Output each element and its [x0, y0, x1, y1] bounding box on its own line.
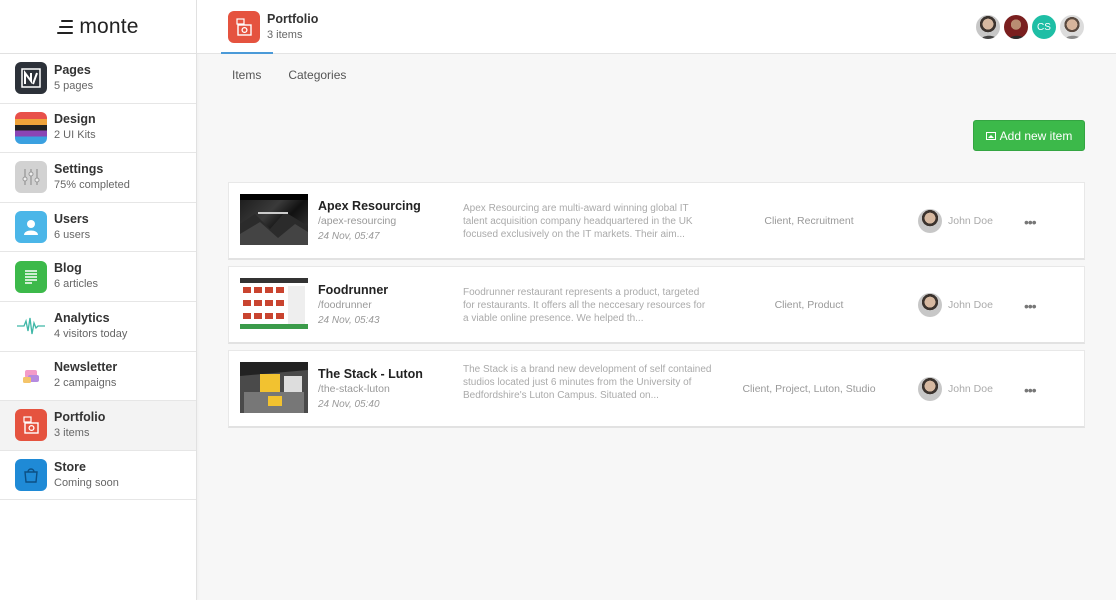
sidebar-item-title: Analytics [54, 310, 110, 325]
item-description: Apex Resourcing are multi-award winning … [463, 203, 693, 240]
author-name: John Doe [948, 383, 993, 395]
more-options-icon[interactable]: ••• [1024, 298, 1037, 314]
avatar [918, 377, 942, 401]
item-thumbnail[interactable] [240, 278, 308, 329]
sidebar-item-sub: 2 UI Kits [54, 129, 96, 142]
item-date: 24 Nov, 05:43 [318, 315, 380, 326]
page-title: Portfolio [267, 12, 319, 26]
image-icon [985, 131, 996, 140]
item-title[interactable]: The Stack - Luton [318, 367, 423, 381]
avatar[interactable] [1059, 14, 1085, 40]
sidebar-item-title: Settings [54, 161, 104, 176]
design-icon [15, 111, 47, 144]
item-tags: Client, Recruitment [764, 215, 854, 227]
users-icon [15, 211, 47, 244]
pages-icon [15, 62, 47, 95]
store-icon [15, 459, 47, 492]
item-thumbnail[interactable] [240, 362, 308, 413]
sidebar: monte Pages 5 pages Design 2 UI Kits Set… [0, 0, 197, 600]
more-options-icon[interactable]: ••• [1024, 382, 1037, 398]
item-tags: Client, Product [774, 299, 844, 311]
list-item[interactable]: The Stack - Luton /the-stack-luton 24 No… [228, 350, 1085, 428]
author-name: John Doe [948, 215, 993, 227]
settings-icon [15, 161, 47, 194]
item-date: 24 Nov, 05:47 [318, 231, 380, 242]
sidebar-item-sub: Coming soon [54, 476, 119, 489]
item-description: The Stack is a brand new development of … [463, 364, 712, 401]
sidebar-item-users[interactable]: Users 6 users [0, 203, 196, 253]
collaborator-avatars: CS [973, 14, 1085, 40]
sidebar-item-store[interactable]: Store Coming soon [0, 451, 196, 501]
sidebar-item-sub: 5 pages [54, 79, 94, 92]
sidebar-item-newsletter[interactable]: Newsletter 2 campaigns [0, 352, 196, 402]
sidebar-item-settings[interactable]: Settings 75% completed [0, 153, 196, 203]
avatar[interactable] [975, 14, 1001, 40]
item-date: 24 Nov, 05:40 [318, 399, 380, 410]
sidebar-item-blog[interactable]: Blog 6 articles [0, 252, 196, 302]
tab-categories[interactable]: Categories [288, 68, 346, 82]
sidebar-item-title: Design [54, 112, 96, 127]
sidebar-item-sub: 6 users [54, 228, 91, 241]
portfolio-icon [15, 409, 47, 442]
item-slug: /the-stack-luton [318, 383, 390, 395]
sidebar-item-design[interactable]: Design 2 UI Kits [0, 104, 196, 154]
blog-icon [15, 260, 47, 293]
author-name: John Doe [948, 299, 993, 311]
item-tags: Client, Project, Luton, Studio [742, 383, 876, 395]
sidebar-item-sub: 2 campaigns [54, 377, 117, 390]
sidebar-item-title: Newsletter [54, 360, 118, 375]
sidebar-item-analytics[interactable]: Analytics 4 visitors today [0, 302, 196, 352]
avatar [918, 293, 942, 317]
item-author: John Doe [918, 377, 993, 401]
item-author: John Doe [918, 293, 993, 317]
portfolio-icon [228, 11, 260, 43]
item-title[interactable]: Apex Resourcing [318, 199, 421, 213]
sidebar-item-sub: 3 items [54, 426, 90, 439]
list-item[interactable]: Foodrunner /foodrunner 24 Nov, 05:43 Foo… [228, 266, 1085, 344]
sidebar-item-title: Portfolio [54, 409, 106, 424]
header-app[interactable] [221, 0, 273, 54]
item-title[interactable]: Foodrunner [318, 283, 388, 297]
item-author: John Doe [918, 209, 993, 233]
item-slug: /foodrunner [318, 299, 372, 311]
list-item[interactable]: Apex Resourcing /apex-resourcing 24 Nov,… [228, 182, 1085, 260]
sidebar-item-title: Pages [54, 62, 91, 77]
newsletter-icon [15, 359, 47, 392]
avatar-initials[interactable]: CS [1031, 14, 1057, 40]
analytics-icon [15, 310, 47, 343]
sidebar-item-title: Blog [54, 261, 82, 276]
header: Portfolio 3 items CS [197, 0, 1116, 54]
tabs: Items Categories [197, 54, 1116, 96]
portfolio-list: Apex Resourcing /apex-resourcing 24 Nov,… [228, 182, 1085, 434]
sidebar-item-sub: 4 visitors today [54, 327, 128, 340]
add-new-item-button[interactable]: Add new item [973, 120, 1085, 151]
monte-logo-icon [57, 19, 74, 34]
more-options-icon[interactable]: ••• [1024, 214, 1037, 230]
sidebar-item-pages[interactable]: Pages 5 pages [0, 54, 196, 104]
brand[interactable]: monte [0, 0, 196, 54]
avatar[interactable] [1003, 14, 1029, 40]
tab-items[interactable]: Items [232, 68, 261, 82]
item-slug: /apex-resourcing [318, 215, 397, 227]
sidebar-item-title: Store [54, 459, 86, 474]
item-description: Foodrunner restaurant represents a produ… [463, 287, 706, 324]
avatar [918, 209, 942, 233]
sidebar-item-portfolio[interactable]: Portfolio 3 items [0, 401, 196, 451]
add-new-item-label: Add new item [999, 128, 1073, 143]
brand-name: monte [79, 14, 139, 38]
sidebar-item-sub: 6 articles [54, 278, 99, 291]
sidebar-item-sub: 75% completed [54, 178, 130, 191]
item-thumbnail[interactable] [240, 194, 308, 245]
sidebar-item-title: Users [54, 211, 89, 226]
page-subtitle: 3 items [267, 29, 303, 41]
